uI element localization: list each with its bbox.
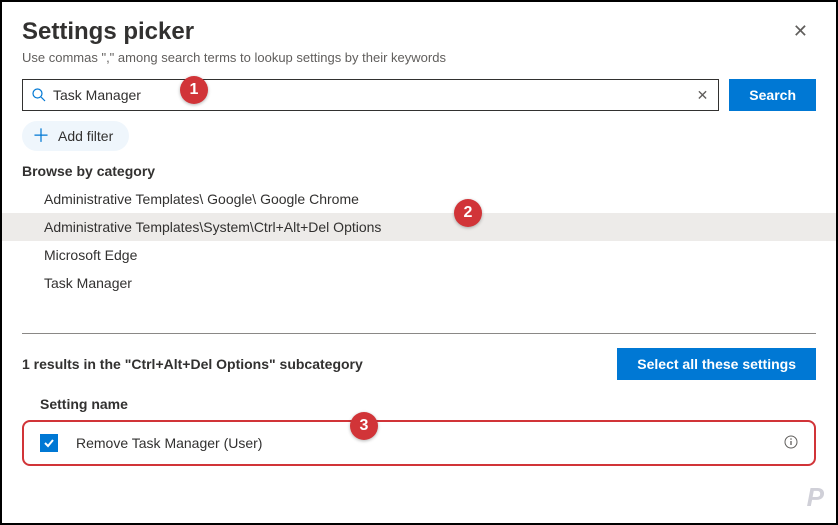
close-icon[interactable]: ✕ [785,18,816,44]
select-all-button[interactable]: Select all these settings [617,348,816,380]
divider [22,333,816,334]
page-title: Settings picker [22,18,446,46]
search-button[interactable]: Search [729,79,816,111]
setting-label: Remove Task Manager (User) [76,435,784,451]
watermark: P [807,482,822,513]
category-item[interactable]: Microsoft Edge [2,241,836,269]
setting-name-column-header: Setting name [22,390,816,418]
checkmark-icon [43,437,55,449]
page-subtitle: Use commas "," among search terms to loo… [22,50,446,65]
info-icon[interactable] [784,435,798,452]
category-item[interactable]: Administrative Templates\ Google\ Google… [2,185,836,213]
search-input[interactable] [47,87,695,103]
category-list: Administrative Templates\ Google\ Google… [2,185,836,297]
plus-icon: ＋ [32,127,50,145]
category-item[interactable]: Administrative Templates\System\Ctrl+Alt… [2,213,836,241]
add-filter-label: Add filter [58,128,113,144]
clear-search-icon[interactable]: ✕ [695,87,711,104]
category-item[interactable]: Task Manager [2,269,836,297]
search-icon [31,87,47,103]
setting-row-highlight: Remove Task Manager (User) [22,420,816,466]
setting-checkbox[interactable] [40,434,58,452]
setting-row[interactable]: Remove Task Manager (User) [28,426,810,460]
search-box[interactable]: ✕ [22,79,719,111]
add-filter-button[interactable]: ＋ Add filter [22,121,129,151]
results-summary: 1 results in the "Ctrl+Alt+Del Options" … [22,356,363,372]
browse-by-category-label: Browse by category [22,163,816,179]
